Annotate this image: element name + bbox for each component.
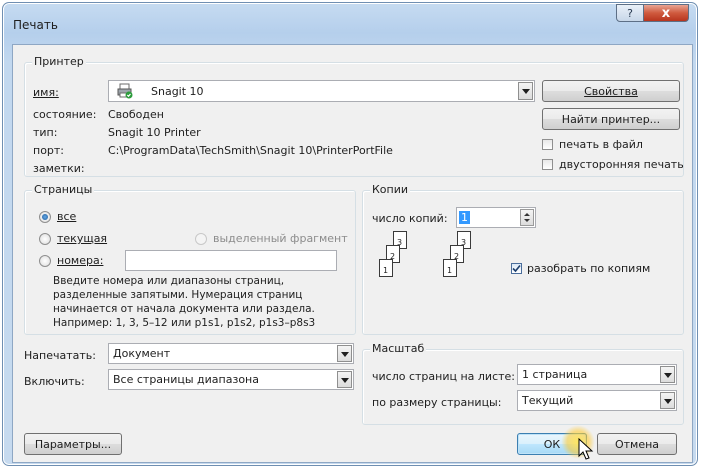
print-to-file-checkbox[interactable] [542,139,553,150]
duplex-label[interactable]: двусторонняя печать [559,158,684,171]
collate-page-1-a: 1 [379,259,393,277]
cancel-button-label: Отмена [614,437,660,451]
help-icon: ? [627,6,633,20]
pages-numbers-input[interactable] [125,250,337,271]
printer-status-value: Свободен [108,108,164,121]
include-select[interactable]: Все страницы диапазона [108,369,354,390]
pages-per-sheet-value: 1 страница [522,368,588,381]
chevron-down-icon[interactable] [660,392,675,409]
printer-group-legend: Принтер [32,55,86,68]
print-what-select[interactable]: Документ [108,343,354,364]
pages-current-radio[interactable] [39,233,51,245]
pages-hint-text: Введите номера или диапазоны страниц, ра… [53,275,316,329]
pages-selection-label: выделенный фрагмент [213,232,348,245]
pages-all-radio[interactable] [39,211,51,223]
pages-per-sheet-label: число страниц на листе: [372,370,515,383]
copies-group-legend: Копии [370,183,411,196]
ok-button[interactable]: ОК [517,433,587,455]
print-what-value: Документ [113,347,171,360]
printer-status-label: состояние: [33,108,97,121]
printer-name-label: имя: [33,86,59,99]
scale-label: по размеру страницы: [372,396,502,409]
close-button[interactable]: x [643,4,689,22]
printer-type-value: Snagit 10 Printer [108,126,201,139]
scale-value: Текущий [522,394,574,407]
zoom-group [362,349,684,425]
copies-count-label: число копий: [372,212,448,225]
print-what-label: Напечатать: [24,349,96,362]
printer-comments-label: заметки: [33,162,85,175]
chevron-down-icon[interactable] [518,82,533,100]
properties-button[interactable]: Свойства [542,80,680,102]
collate-illustration: 3 2 1 3 2 1 [373,231,513,291]
find-printer-button[interactable]: Найти принтер... [542,108,680,130]
include-label: Включить: [24,375,85,388]
printer-name-select[interactable]: Snagit 10 [108,80,535,102]
copies-spinner[interactable] [520,209,534,226]
chevron-down-icon[interactable] [660,366,675,383]
pages-group-legend: Страницы [32,183,95,196]
collate-label[interactable]: разобрать по копиям [527,262,650,275]
pages-selection-radio [195,233,207,245]
dialog-client-area: Принтер имя: Snagit 10 Свойства Найти пр… [12,44,693,463]
spinner-arrows-icon [524,213,530,222]
mouse-cursor-icon [578,438,594,460]
printer-type-label: тип: [33,126,58,139]
copies-count-input[interactable]: 1 [456,207,536,228]
pages-all-label[interactable]: все [57,210,76,223]
printer-port-value: C:\ProgramData\TechSmith\Snagit 10\Print… [108,144,393,157]
printer-name-value: Snagit 10 [151,84,204,98]
duplex-checkbox[interactable] [542,159,553,170]
check-icon [512,264,521,273]
pages-current-label[interactable]: текущая [57,232,107,245]
options-button-label: Параметры... [34,437,112,451]
copies-count-value: 1 [459,211,470,224]
ok-button-label: ОК [543,437,561,451]
print-dialog-window: Печать ? x Принтер имя: Snagit 10 Свойст… [2,2,698,466]
chevron-down-icon[interactable] [337,345,352,362]
zoom-group-legend: Масштаб [370,342,427,355]
pages-per-sheet-select[interactable]: 1 страница [517,364,677,385]
print-to-file-label[interactable]: печать в файл [559,138,643,151]
collate-checkbox[interactable] [511,263,522,274]
include-value: Все страницы диапазона [113,373,259,386]
properties-button-label: Свойства [584,84,638,98]
options-button[interactable]: Параметры... [24,433,122,455]
window-title: Печать [13,18,58,32]
close-icon: x [661,5,671,21]
scale-select[interactable]: Текущий [517,390,677,411]
find-printer-button-label: Найти принтер... [561,112,661,126]
help-button[interactable]: ? [616,4,644,22]
collate-page-1-b: 1 [443,259,457,277]
pages-numbers-label[interactable]: номера: [57,254,103,267]
chevron-down-icon[interactable] [337,371,352,388]
pages-numbers-radio[interactable] [39,255,51,267]
cancel-button[interactable]: Отмена [597,433,677,455]
printer-port-label: порт: [33,144,65,157]
printer-icon [117,83,133,99]
